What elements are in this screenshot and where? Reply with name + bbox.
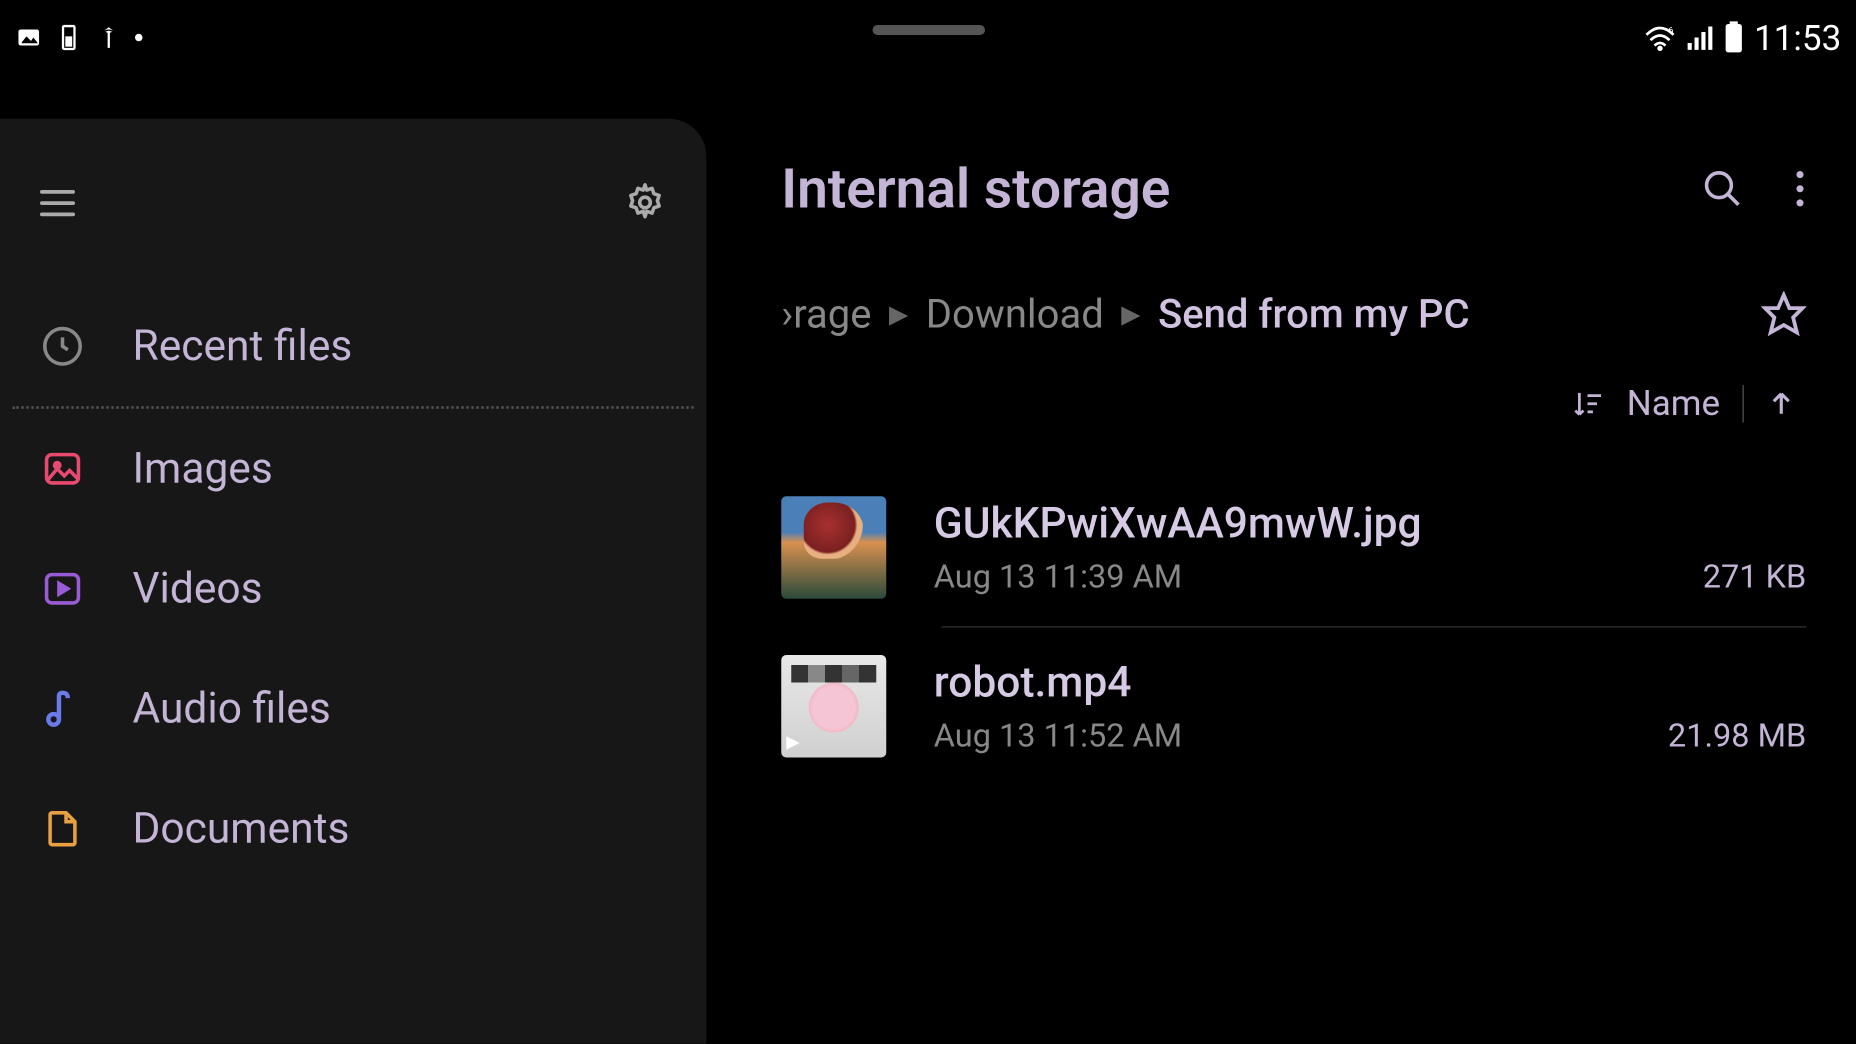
more-button[interactable] — [1794, 168, 1807, 211]
sidebar-item-recent[interactable]: Recent files — [0, 286, 706, 406]
chevron-right-icon: ▶ — [1121, 299, 1140, 329]
file-row[interactable]: ▶ robot.mp4 Aug 13 11:52 AM 21.98 MB — [781, 628, 1806, 786]
svg-text:6: 6 — [1668, 25, 1673, 36]
chevron-right-icon: ▶ — [889, 299, 908, 329]
breadcrumb-current: Send from my PC — [1158, 290, 1470, 338]
sidebar-item-videos[interactable]: Videos — [0, 529, 706, 649]
tesla-icon — [95, 24, 123, 52]
wifi-icon: 6 — [1644, 24, 1677, 52]
menu-button[interactable] — [40, 189, 75, 215]
file-size: 21.98 MB — [1668, 718, 1806, 756]
file-row[interactable]: GUkKPwiXwAA9mwW.jpg Aug 13 11:39 AM 271 … — [781, 469, 1806, 627]
page-title: Internal storage — [781, 156, 1170, 221]
sidebar-item-label: Images — [133, 444, 273, 494]
file-name: GUkKPwiXwAA9mwW.jpg — [934, 499, 1807, 549]
notification-dot-icon — [135, 34, 143, 42]
sidebar-item-documents[interactable]: Documents — [0, 769, 706, 889]
picture-icon — [15, 24, 43, 52]
breadcrumb: ›rage ▶ Download ▶ Send from my PC — [781, 290, 1806, 338]
file-date: Aug 13 11:39 AM — [934, 559, 1182, 597]
sidebar-item-label: Audio files — [133, 684, 331, 734]
status-time: 11:53 — [1754, 17, 1841, 58]
device-icon — [55, 24, 83, 52]
sidebar: Recent files Images Videos Audio files D… — [0, 119, 706, 1044]
status-bar: 6 11:53 — [0, 0, 1856, 75]
battery-icon — [1724, 21, 1744, 54]
sort-label[interactable]: Name — [1627, 383, 1720, 424]
settings-button[interactable] — [624, 181, 667, 224]
clock-icon — [41, 325, 84, 368]
signal-icon — [1687, 24, 1715, 52]
sidebar-item-audio[interactable]: Audio files — [0, 649, 706, 769]
file-date: Aug 13 11:52 AM — [934, 718, 1182, 756]
content-area: Internal storage ›rage ▶ Download ▶ Send… — [706, 119, 1856, 1044]
file-name: robot.mp4 — [934, 658, 1807, 708]
music-icon — [41, 688, 84, 731]
grabber-handle[interactable] — [872, 25, 985, 35]
sidebar-item-label: Videos — [133, 564, 263, 614]
file-thumbnail — [781, 496, 886, 599]
breadcrumb-part[interactable]: Download — [926, 290, 1104, 338]
separator — [1743, 384, 1744, 422]
sort-direction-button[interactable] — [1766, 388, 1796, 418]
sidebar-item-label: Recent files — [133, 321, 353, 371]
favorite-button[interactable] — [1761, 291, 1806, 336]
search-button[interactable] — [1701, 168, 1744, 211]
file-size: 271 KB — [1703, 559, 1807, 597]
sort-icon[interactable] — [1572, 387, 1605, 420]
image-icon — [41, 448, 84, 491]
video-icon — [41, 568, 84, 611]
breadcrumb-part[interactable]: ›rage — [781, 290, 871, 338]
sidebar-item-images[interactable]: Images — [0, 409, 706, 529]
document-icon — [41, 808, 84, 851]
file-thumbnail: ▶ — [781, 655, 886, 758]
sidebar-item-label: Documents — [133, 804, 350, 854]
play-overlay-icon: ▶ — [786, 733, 799, 753]
